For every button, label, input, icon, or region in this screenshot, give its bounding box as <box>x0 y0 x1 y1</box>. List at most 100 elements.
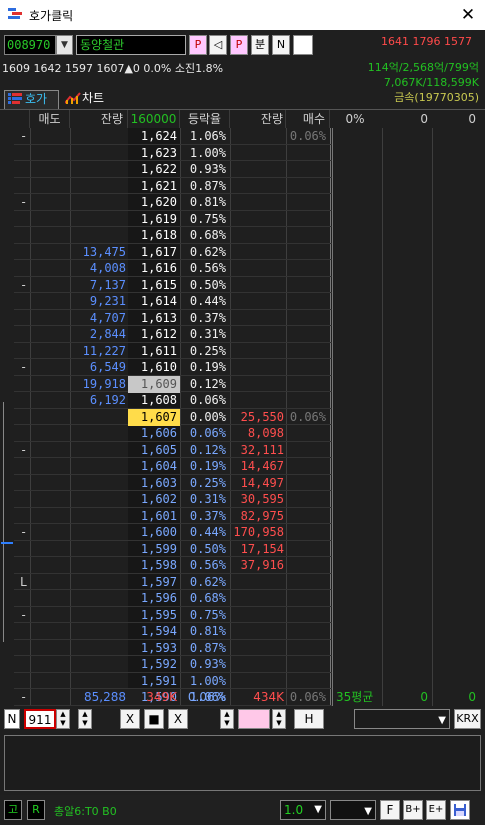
price-cell[interactable]: 1,598 <box>128 557 180 574</box>
price-cell[interactable]: 1,605 <box>128 442 180 459</box>
table-row[interactable]: L 1,597 0.62% <box>14 574 332 591</box>
price-cell[interactable]: 1,593 <box>128 640 180 657</box>
table-row[interactable]: 1,603 0.25% 14,497 <box>14 475 332 492</box>
price-cell[interactable]: 1,595 <box>128 607 180 624</box>
price-cell[interactable]: 1,594 <box>128 623 180 640</box>
memo-area[interactable] <box>4 735 481 791</box>
stock-name-field[interactable]: 동양철관 <box>76 35 186 55</box>
price-cell[interactable]: 1,610 <box>128 359 180 376</box>
price-cell[interactable]: 1,620 <box>128 194 180 211</box>
table-row[interactable]: 1,601 0.37% 82,975 <box>14 508 332 525</box>
p-button-2[interactable]: P <box>230 35 248 55</box>
price-cell[interactable]: 1,615 <box>128 277 180 294</box>
table-row[interactable]: 1,621 0.87% <box>14 178 332 195</box>
price-cell[interactable]: 1,611 <box>128 343 180 360</box>
b-plus-button[interactable]: B+ <box>403 800 423 820</box>
table-row[interactable]: - 7,137 1,615 0.50% <box>14 277 332 294</box>
table-row[interactable]: 1,619 0.75% <box>14 211 332 228</box>
table-row[interactable]: 19,918 1,609 0.12% <box>14 375 332 393</box>
price-cell[interactable]: 1,612 <box>128 326 180 343</box>
scrollbar[interactable] <box>3 402 12 642</box>
table-row[interactable]: 13,475 1,617 0.62% <box>14 244 332 261</box>
close-button[interactable]: ✕ <box>455 3 481 27</box>
table-row[interactable]: 4,707 1,613 0.37% <box>14 310 332 327</box>
price-cell[interactable]: 1,600 <box>128 524 180 541</box>
table-row[interactable]: 1,599 0.50% 17,154 <box>14 541 332 558</box>
table-row[interactable]: 6,192 1,608 0.06% <box>14 392 332 409</box>
table-row[interactable]: 1,607 0.00% 25,550 0.06% <box>14 408 332 426</box>
table-row[interactable]: 1,623 1.00% <box>14 145 332 162</box>
table-row[interactable]: - 1,624 1.06% 0.06% <box>14 128 332 145</box>
price-cell[interactable]: 1,617 <box>128 244 180 261</box>
price-cell[interactable]: 1,599 <box>128 541 180 558</box>
price-cell[interactable]: 1,609 <box>128 375 180 393</box>
table-row[interactable]: 4,008 1,616 0.56% <box>14 260 332 277</box>
table-row[interactable]: 11,227 1,611 0.25% <box>14 343 332 360</box>
go-button[interactable]: 고 <box>4 800 22 820</box>
table-row[interactable]: 1,602 0.31% 30,595 <box>14 491 332 508</box>
price-cell[interactable]: 1,619 <box>128 211 180 228</box>
price-cell[interactable]: 1,596 <box>128 590 180 607</box>
table-row[interactable]: 1,618 0.68% <box>14 227 332 244</box>
price-input[interactable] <box>238 709 270 729</box>
save-button[interactable] <box>450 800 470 820</box>
stock-code-input[interactable]: 008970 <box>4 35 56 55</box>
price-stepper[interactable]: ▲ ▼ <box>220 709 234 729</box>
table-row[interactable]: 1,594 0.81% <box>14 623 332 640</box>
table-row[interactable]: 1,604 0.19% 14,467 <box>14 458 332 475</box>
table-row[interactable]: 9,231 1,614 0.44% <box>14 293 332 310</box>
table-row[interactable]: 1,591 1.00% <box>14 673 332 690</box>
table-row[interactable]: 1,622 0.93% <box>14 161 332 178</box>
price-cell[interactable]: 1,602 <box>128 491 180 508</box>
r-button[interactable]: R <box>27 800 45 820</box>
table-row[interactable]: - 6,549 1,610 0.19% <box>14 359 332 376</box>
price-cell[interactable]: 1,607 <box>128 408 180 426</box>
f-button[interactable]: F <box>380 800 400 820</box>
n-button[interactable]: N <box>272 35 290 55</box>
price-cell[interactable]: 1,601 <box>128 508 180 525</box>
quantity-stepper-2[interactable]: ▲ ▼ <box>78 709 92 729</box>
table-row[interactable]: 1,606 0.06% 8,098 <box>14 425 332 442</box>
price-cell[interactable]: 1,621 <box>128 178 180 195</box>
account-select[interactable]: ▼ <box>354 709 450 729</box>
minute-button[interactable]: 분 <box>251 35 269 55</box>
price-cell[interactable]: 1,592 <box>128 656 180 673</box>
cancel-buy-button[interactable]: X <box>168 709 188 729</box>
price-cell[interactable]: 1,624 <box>128 128 180 145</box>
mode-select[interactable]: ▼ <box>330 800 376 820</box>
price-cell[interactable]: 1,597 <box>128 574 180 591</box>
table-row[interactable]: 1,598 0.56% 37,916 <box>14 557 332 574</box>
tab-hoga[interactable]: 호가 <box>4 90 59 109</box>
cancel-sell-button[interactable]: X <box>120 709 140 729</box>
price-cell[interactable]: 1,622 <box>128 161 180 178</box>
table-row[interactable]: 1,592 0.93% <box>14 656 332 673</box>
ratio-select[interactable]: 1.0 ▼ <box>280 800 326 820</box>
price-cell[interactable]: 1,616 <box>128 260 180 277</box>
table-row[interactable]: 2,844 1,612 0.31% <box>14 326 332 343</box>
price-cell[interactable]: 1,614 <box>128 293 180 310</box>
price-cell[interactable]: 1,623 <box>128 145 180 162</box>
price-stepper-2[interactable]: ▲ ▼ <box>272 709 286 729</box>
price-cell[interactable]: 1,603 <box>128 475 180 492</box>
price-cell[interactable]: 1,608 <box>128 392 180 409</box>
p-button[interactable]: P <box>189 35 207 55</box>
table-row[interactable]: - 1,620 0.81% <box>14 194 332 211</box>
table-row[interactable]: 1,593 0.87% <box>14 640 332 657</box>
price-cell[interactable]: 1,591 <box>128 673 180 690</box>
price-cell[interactable]: 1,604 <box>128 458 180 475</box>
price-cell[interactable]: 1,618 <box>128 227 180 244</box>
krx-button[interactable]: KRX <box>454 709 481 729</box>
h-button[interactable]: H <box>294 709 324 729</box>
e-plus-button[interactable]: E+ <box>426 800 446 820</box>
prev-button[interactable]: ◁ <box>209 35 227 55</box>
table-row[interactable]: - 1,595 0.75% <box>14 607 332 624</box>
table-row[interactable]: - 1,600 0.44% 170,958 <box>14 524 332 541</box>
tab-chart[interactable]: 차트 <box>62 90 112 109</box>
table-row[interactable]: - 1,605 0.12% 32,111 <box>14 442 332 459</box>
stop-button[interactable]: ■ <box>144 709 164 729</box>
table-row[interactable]: 1,596 0.68% <box>14 590 332 607</box>
quantity-input[interactable]: 911 <box>24 709 56 729</box>
n-toggle-button[interactable]: N <box>4 709 20 729</box>
price-cell[interactable]: 1,606 <box>128 425 180 442</box>
price-cell[interactable]: 1,613 <box>128 310 180 327</box>
